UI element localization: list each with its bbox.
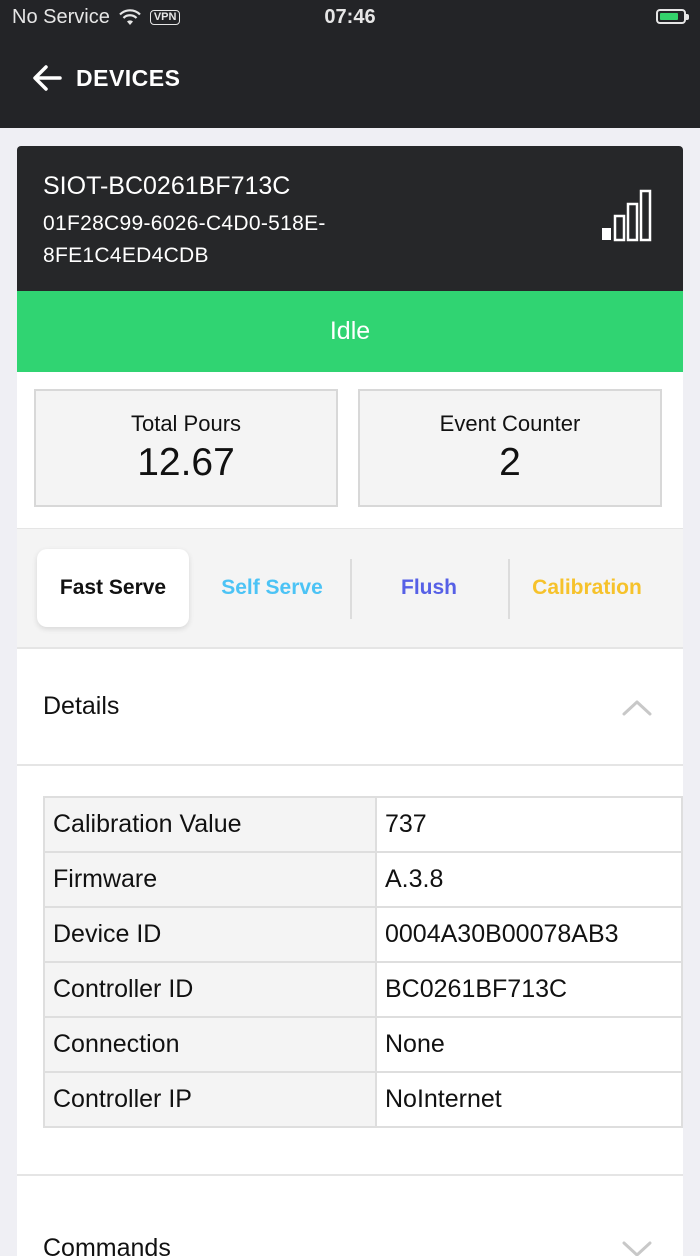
- mode-flush[interactable]: Flush: [354, 549, 504, 627]
- device-card: SIOT-BC0261BF713C 01F28C99-6026-C4D0-518…: [17, 146, 683, 1256]
- signal-bars-icon: [602, 189, 652, 242]
- commands-accordion-header[interactable]: Commands: [17, 1176, 683, 1256]
- arrow-left-icon[interactable]: [32, 64, 62, 92]
- back-nav[interactable]: DEVICES: [32, 64, 180, 92]
- device-name: SIOT-BC0261BF713C: [43, 172, 291, 200]
- device-state-banner: Idle: [17, 291, 683, 372]
- clock: 07:46: [324, 6, 376, 28]
- app-header: No Service VPN 07:46 DEVICES: [0, 0, 700, 128]
- details-accordion-header[interactable]: Details: [17, 649, 683, 766]
- detail-key: Device ID: [43, 906, 377, 963]
- table-row: Device ID 0004A30B00078AB3: [43, 906, 683, 963]
- details-table: Calibration Value 737 Firmware A.3.8 Dev…: [43, 796, 683, 1128]
- battery-icon: [656, 9, 689, 24]
- detail-value: 737: [375, 796, 683, 853]
- detail-key: Controller ID: [43, 961, 377, 1018]
- detail-key: Calibration Value: [43, 796, 377, 853]
- mode-divider: [508, 559, 510, 619]
- detail-value: BC0261BF713C: [375, 961, 683, 1018]
- device-uuid: 01F28C99-6026-C4D0-518E-8FE1C4ED4CDB: [43, 212, 326, 267]
- table-row: Firmware A.3.8: [43, 851, 683, 908]
- detail-value: 0004A30B00078AB3: [375, 906, 683, 963]
- mode-fast-serve[interactable]: Fast Serve: [37, 549, 189, 627]
- detail-value: NoInternet: [375, 1071, 683, 1128]
- event-counter-label: Event Counter: [439, 411, 581, 436]
- chevron-down-icon[interactable]: [621, 1240, 653, 1256]
- mode-self-serve[interactable]: Self Serve: [197, 549, 347, 627]
- event-counter-box: Event Counter 2: [358, 389, 662, 507]
- chevron-up-icon[interactable]: [621, 697, 653, 717]
- detail-key: Controller IP: [43, 1071, 377, 1128]
- detail-value: A.3.8: [375, 851, 683, 908]
- detail-key: Connection: [43, 1016, 377, 1073]
- total-pours-value: 12.67: [137, 441, 235, 484]
- nav-title[interactable]: DEVICES: [76, 65, 180, 92]
- total-pours-label: Total Pours: [130, 411, 242, 436]
- stats-panel: Total Pours 12.67 Event Counter 2: [17, 372, 683, 530]
- table-row: Calibration Value 737: [43, 796, 683, 853]
- detail-value: None: [375, 1016, 683, 1073]
- mode-calibration[interactable]: Calibration: [512, 549, 662, 627]
- details-title: Details: [43, 692, 120, 720]
- mode-divider: [350, 559, 352, 619]
- event-counter-value: 2: [499, 441, 521, 484]
- table-row: Controller IP NoInternet: [43, 1071, 683, 1128]
- detail-key: Firmware: [43, 851, 377, 908]
- table-row: Connection None: [43, 1016, 683, 1073]
- status-bar: No Service VPN 07:46: [0, 0, 700, 36]
- total-pours-box: Total Pours 12.67: [34, 389, 338, 507]
- table-row: Controller ID BC0261BF713C: [43, 961, 683, 1018]
- commands-title: Commands: [43, 1234, 171, 1256]
- device-header: SIOT-BC0261BF713C 01F28C99-6026-C4D0-518…: [17, 146, 683, 291]
- details-panel: Calibration Value 737 Firmware A.3.8 Dev…: [17, 766, 683, 1176]
- mode-selector: Fast Serve Self Serve Flush Calibration: [17, 529, 683, 649]
